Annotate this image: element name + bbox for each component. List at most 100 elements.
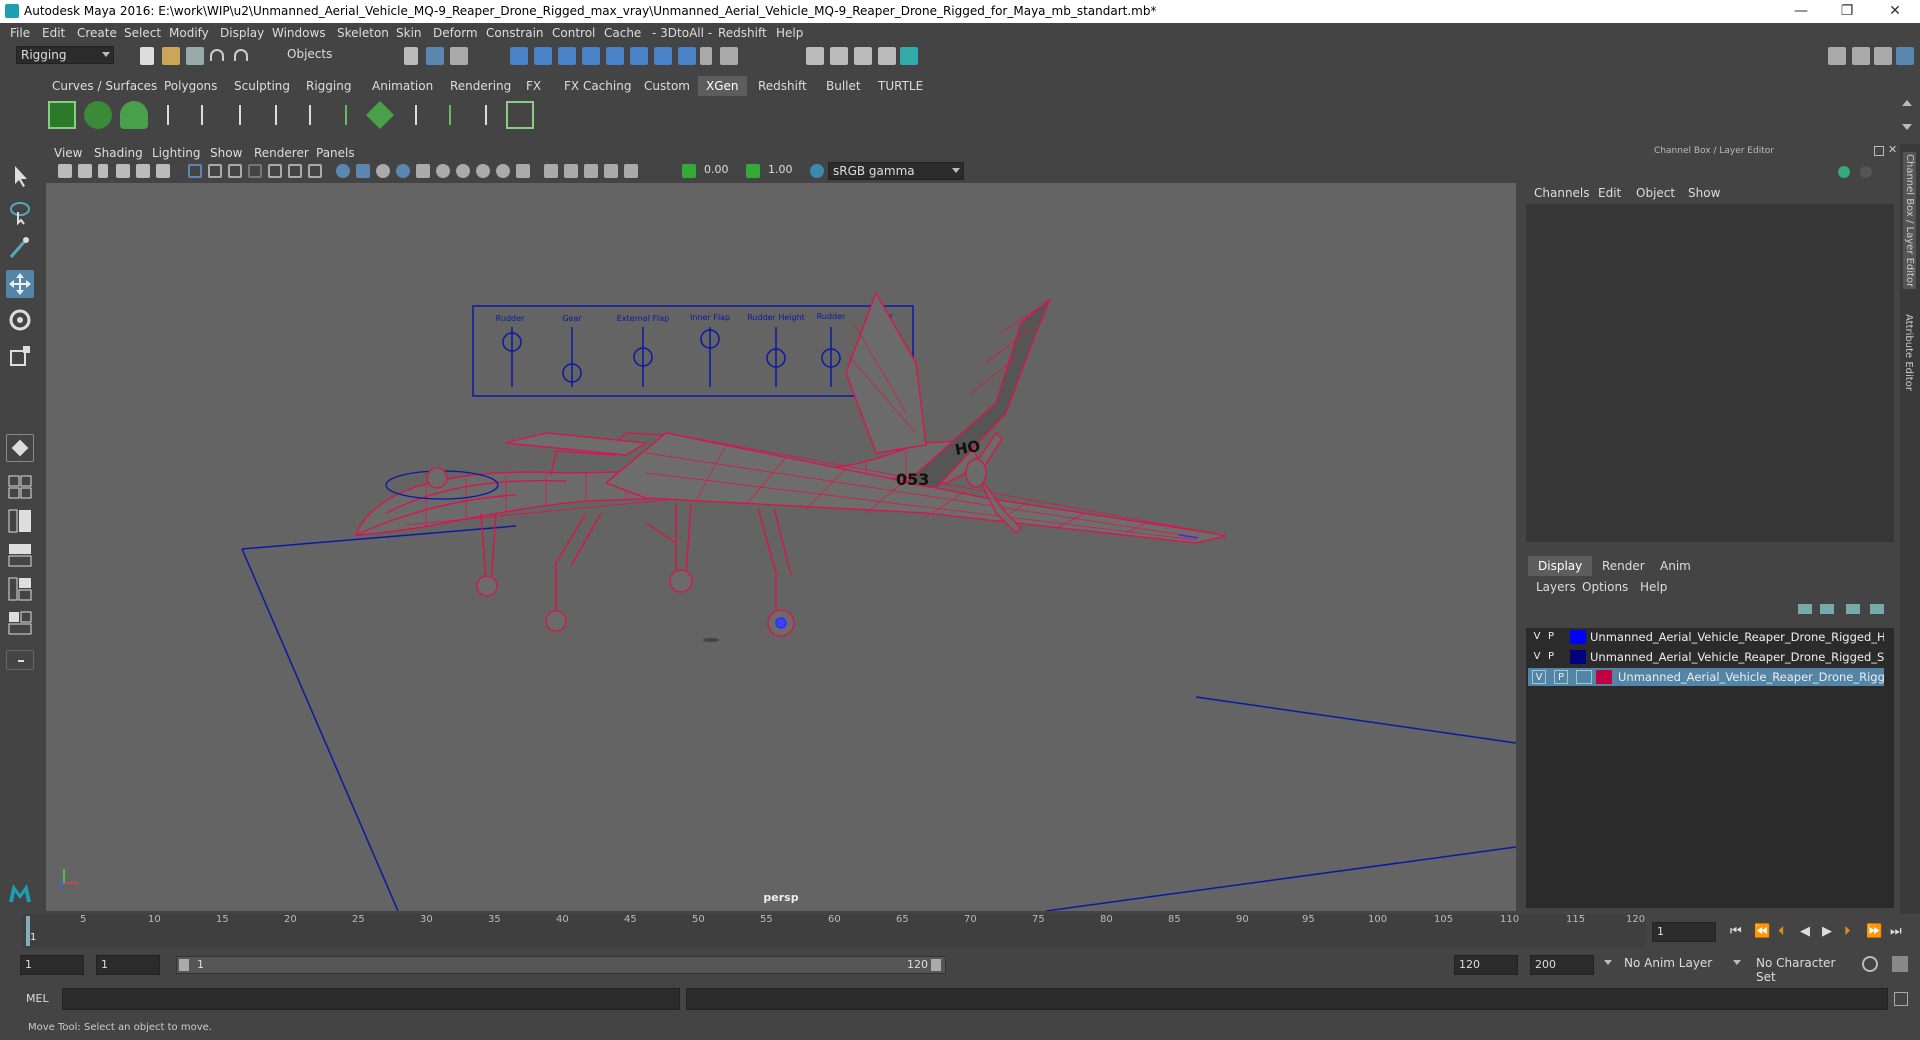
layer-row-sliders[interactable]: V P Unmanned_Aerial_Vehicle_Reaper_Drone… <box>1528 648 1884 666</box>
exposure-icon[interactable] <box>682 164 696 178</box>
snap-grid-icon[interactable] <box>510 47 528 65</box>
layer-tab-render[interactable]: Render <box>1592 556 1655 576</box>
time-slider[interactable]: 1 5 10 15 20 25 30 35 40 45 50 55 60 65 … <box>22 914 1646 948</box>
shadows-icon[interactable] <box>436 164 450 178</box>
hypershade-layout-icon[interactable] <box>6 576 34 602</box>
menu-edit[interactable]: Edit <box>42 26 65 40</box>
command-input[interactable] <box>62 988 680 1010</box>
xgen-add-guide-icon[interactable] <box>188 101 216 129</box>
gamma-icon[interactable] <box>746 164 760 178</box>
menu-modify[interactable]: Modify <box>169 26 209 40</box>
exposure-field[interactable]: 0.00 <box>700 162 740 180</box>
layer-tab-anim[interactable]: Anim <box>1650 556 1701 576</box>
shelf-tab-rendering[interactable]: Rendering <box>442 76 519 96</box>
minimize-button[interactable]: — <box>1778 0 1824 23</box>
layer-color-swatch[interactable] <box>1596 670 1612 684</box>
move-layer-up-icon[interactable] <box>1798 604 1812 614</box>
select-camera-icon[interactable] <box>58 164 72 178</box>
layer-visibility-toggle[interactable]: V <box>1530 650 1544 664</box>
xgen-editor-icon[interactable] <box>48 101 76 129</box>
new-empty-layer-icon[interactable] <box>1846 604 1860 614</box>
menu-3dtoall[interactable]: - 3DtoAll - <box>652 26 712 40</box>
shelf-scroll-down-icon[interactable] <box>1902 124 1912 130</box>
image-plane-icon[interactable] <box>116 164 130 178</box>
snap-curve-icon[interactable] <box>534 47 552 65</box>
persp-outliner-layout-icon[interactable] <box>6 508 34 534</box>
gate-mask-icon[interactable] <box>248 164 262 178</box>
layer-visibility-toggle[interactable]: V <box>1530 630 1544 644</box>
screen-space-ao-icon[interactable] <box>456 164 470 178</box>
ipr-render-icon[interactable] <box>854 47 872 65</box>
use-all-lights-icon[interactable] <box>416 164 430 178</box>
xgen-grass-icon[interactable] <box>332 101 360 129</box>
isolate-select-icon[interactable] <box>544 164 558 178</box>
main-wheel-left[interactable] <box>545 610 567 632</box>
new-scene-icon[interactable] <box>140 47 154 65</box>
play-forwards-icon[interactable]: ▶ <box>1822 924 1832 939</box>
le-menu-help[interactable]: Help <box>1640 580 1667 594</box>
maximize-button[interactable]: ❐ <box>1824 0 1870 23</box>
shelf-tab-polygons[interactable]: Polygons <box>156 76 225 96</box>
2d-pan-zoom-icon[interactable] <box>136 164 150 178</box>
snap-point-icon[interactable] <box>558 47 576 65</box>
select-tool-icon[interactable] <box>6 162 34 190</box>
scale-tool-icon[interactable] <box>6 342 34 370</box>
close-button[interactable]: ✕ <box>1872 0 1918 23</box>
modeling-layout-icon[interactable] <box>6 610 34 636</box>
vp-menu-panels[interactable]: Panels <box>316 146 355 160</box>
gamma-field[interactable]: 1.00 <box>764 162 804 180</box>
menu-skin[interactable]: Skin <box>396 26 422 40</box>
channel-box-options-icon[interactable] <box>1838 166 1850 178</box>
shelf-tab-animation[interactable]: Animation <box>364 76 441 96</box>
new-layer-selected-icon[interactable] <box>1870 604 1884 614</box>
cb-menu-object[interactable]: Object <box>1636 186 1675 200</box>
range-end-handle[interactable] <box>931 959 941 971</box>
layer-playback-toggle[interactable]: P <box>1554 670 1568 684</box>
vp-menu-lighting[interactable]: Lighting <box>152 146 201 160</box>
grease-pencil-icon[interactable] <box>156 164 170 178</box>
xgen-sculpt-guides-icon[interactable] <box>226 101 254 129</box>
shelf-tab-redshift[interactable]: Redshift <box>750 76 815 96</box>
menu-file[interactable]: File <box>10 26 30 40</box>
nose-wheel[interactable] <box>476 575 498 597</box>
film-gate-icon[interactable] <box>208 164 222 178</box>
select-by-hierarchy-icon[interactable] <box>404 47 418 65</box>
menu-cache[interactable]: Cache <box>604 26 641 40</box>
animation-start-field[interactable]: 1 <box>20 955 84 975</box>
color-management-icon[interactable] <box>810 164 824 178</box>
layer-row-drone-rigged[interactable]: V P Unmanned_Aerial_Vehicle_Reaper_Drone… <box>1528 668 1884 686</box>
layer-playback-toggle[interactable]: P <box>1544 650 1558 664</box>
xray-active-icon[interactable] <box>584 164 598 178</box>
bookmarks-icon[interactable] <box>98 164 108 178</box>
move-layer-down-icon[interactable] <box>1820 604 1834 614</box>
xgen-groom-icon[interactable] <box>402 101 430 129</box>
script-editor-icon[interactable] <box>1894 992 1908 1006</box>
symmetry-icon[interactable] <box>678 47 696 65</box>
xgen-preview-icon[interactable] <box>84 101 112 129</box>
open-scene-icon[interactable] <box>162 47 180 65</box>
side-tab-channel-box[interactable]: Channel Box / Layer Editor <box>1903 152 1916 290</box>
character-set-dropdown[interactable]: No Character Set <box>1752 955 1860 984</box>
xray-joints-icon[interactable] <box>604 164 618 178</box>
single-perspective-layout-icon[interactable] <box>6 434 34 462</box>
rotate-tool-icon[interactable] <box>6 306 34 334</box>
xgen-layers-icon[interactable] <box>366 101 394 129</box>
vp-menu-show[interactable]: Show <box>210 146 242 160</box>
le-menu-options[interactable]: Options <box>1582 580 1628 594</box>
four-view-layout-icon[interactable] <box>6 474 34 500</box>
persp-graph-layout-icon[interactable] <box>6 542 34 568</box>
layer-visibility-toggle[interactable]: V <box>1532 670 1546 684</box>
vp-menu-view[interactable]: View <box>54 146 82 160</box>
current-frame-field[interactable]: 1 <box>1652 922 1716 942</box>
safe-title-icon[interactable] <box>308 164 322 178</box>
xgen-guide-length-icon[interactable] <box>262 101 290 129</box>
reaper-drone-mesh[interactable]: HO 053 <box>355 291 1227 637</box>
step-forward-key-icon[interactable]: ⏩ <box>1866 924 1882 939</box>
range-slider[interactable]: 1 120 <box>176 956 946 974</box>
toggle-attribute-editor-icon[interactable] <box>1874 47 1892 65</box>
animation-preferences-icon[interactable] <box>1892 956 1908 972</box>
layer-color-swatch[interactable] <box>1570 630 1586 644</box>
shelf-tab-fx-caching[interactable]: FX Caching <box>556 76 639 96</box>
camera-attributes-icon[interactable] <box>78 164 92 178</box>
range-start-handle[interactable] <box>179 959 189 971</box>
